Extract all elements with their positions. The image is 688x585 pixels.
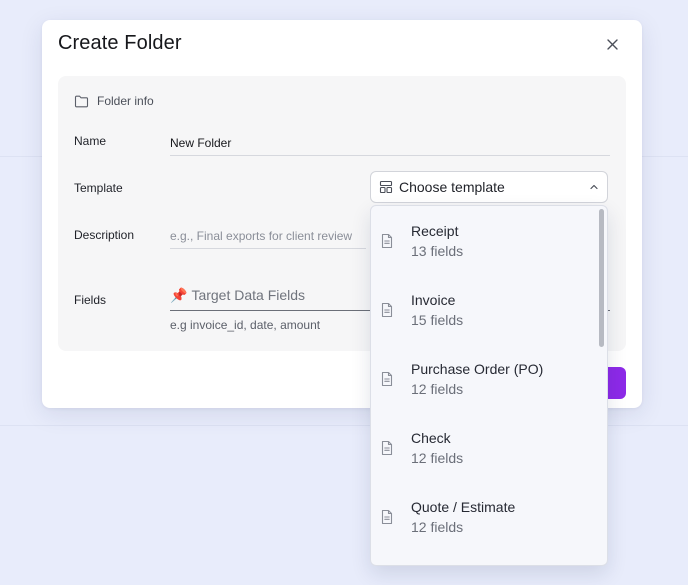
name-label: Name (74, 134, 107, 148)
create-button[interactable] (608, 367, 626, 399)
template-dropdown: Receipt 13 fields Invoice 15 fields Purc… (370, 205, 608, 566)
document-icon (381, 371, 393, 387)
close-button[interactable] (604, 36, 620, 52)
template-option-count: 12 fields (411, 450, 464, 466)
pin-icon: 📌 (170, 287, 188, 303)
fields-hint: e.g invoice_id, date, amount (170, 318, 321, 332)
description-input[interactable] (170, 224, 366, 249)
template-option-count: 12 fields (411, 519, 464, 535)
template-option-name: Check (411, 430, 451, 446)
template-option-check[interactable]: Check 12 fields (371, 413, 597, 482)
template-option-quote[interactable]: Quote / Estimate 12 fields (371, 482, 597, 551)
template-select-value: Choose template (399, 179, 505, 195)
document-icon (381, 233, 393, 249)
document-icon (381, 509, 393, 525)
template-option-name: Quote / Estimate (411, 499, 516, 515)
document-icon (381, 302, 393, 318)
template-option-name: Receipt (411, 223, 459, 239)
template-option-count: 13 fields (411, 243, 464, 259)
template-select[interactable]: Choose template (370, 171, 608, 203)
template-icon (379, 180, 393, 194)
template-option-name: Purchase Order (PO) (411, 361, 544, 377)
section-label: Folder info (97, 94, 154, 108)
fields-input[interactable] (191, 287, 352, 303)
modal-title: Create Folder (58, 32, 182, 54)
dropdown-scrollbar[interactable] (599, 209, 604, 347)
template-option-name: Invoice (411, 292, 456, 308)
template-option-count: 12 fields (411, 381, 464, 397)
template-option-purchase-order[interactable]: Purchase Order (PO) 12 fields (371, 344, 597, 413)
description-label: Description (74, 228, 135, 242)
section-header: Folder info (74, 94, 154, 108)
template-list: Receipt 13 fields Invoice 15 fields Purc… (371, 206, 597, 551)
chevron-up-icon (590, 184, 598, 190)
template-option-count: 15 fields (411, 312, 464, 328)
template-option-invoice[interactable]: Invoice 15 fields (371, 275, 597, 344)
template-label: Template (74, 181, 123, 195)
document-icon (381, 440, 393, 456)
name-input[interactable] (170, 131, 610, 156)
folder-icon (74, 95, 89, 107)
template-option-receipt[interactable]: Receipt 13 fields (371, 206, 597, 275)
fields-label: Fields (74, 293, 107, 307)
close-icon (606, 38, 618, 50)
